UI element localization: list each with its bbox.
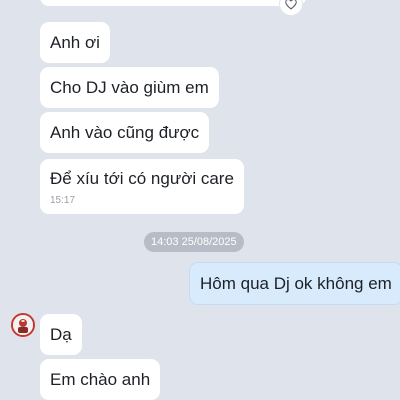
message-text: Hôm qua Dj ok không em bbox=[200, 274, 392, 293]
message-timestamp: 15:17 bbox=[50, 195, 76, 206]
message-text: Anh ơi bbox=[50, 33, 100, 52]
avatar-image bbox=[13, 315, 33, 335]
message-bubble[interactable]: Cho DJ vào giùm em bbox=[40, 67, 219, 108]
message-bubble-partial[interactable] bbox=[40, 0, 306, 6]
chat-thread: Anh ơi Cho DJ vào giùm em Anh vào cũng đ… bbox=[0, 0, 400, 400]
avatar[interactable] bbox=[11, 313, 35, 337]
message-text: Anh vào cũng được bbox=[50, 123, 200, 142]
message-bubble[interactable]: Anh ơi bbox=[40, 22, 110, 63]
message-bubble[interactable]: Dạ bbox=[40, 314, 82, 355]
message-bubble[interactable]: Để xíu tới có người care 15:17 bbox=[40, 159, 244, 214]
message-text: Để xíu tới có người care bbox=[50, 169, 234, 188]
message-bubble[interactable]: Anh vào cũng được bbox=[40, 112, 210, 153]
message-bubble-outgoing[interactable]: Hôm qua Dj ok không em bbox=[189, 262, 400, 305]
message-bubble[interactable]: Em chào anh bbox=[40, 359, 161, 400]
reaction-heart-button[interactable] bbox=[279, 0, 303, 16]
message-text: Cho DJ vào giùm em bbox=[50, 78, 209, 97]
message-text: Em chào anh bbox=[50, 370, 151, 389]
message-text: Dạ bbox=[50, 325, 72, 344]
heart-icon bbox=[285, 0, 297, 10]
date-separator: 14:03 25/08/2025 bbox=[144, 232, 244, 252]
